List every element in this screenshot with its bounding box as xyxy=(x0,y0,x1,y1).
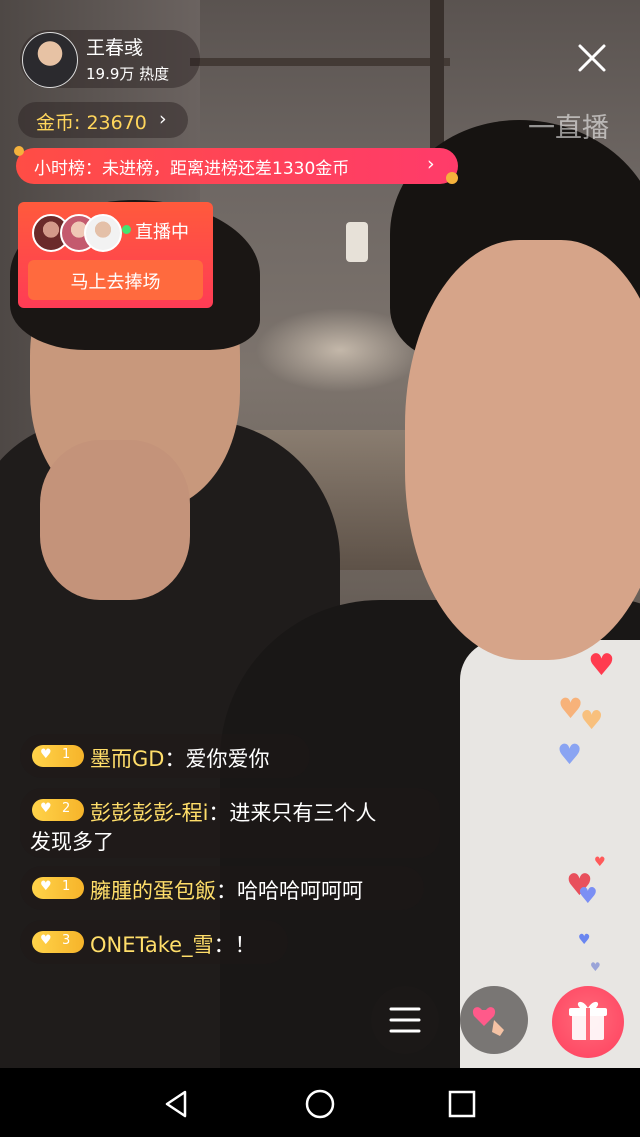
chat-username[interactable]: 墨而GD xyxy=(90,747,164,771)
chat-username[interactable]: 彭彭彭彭-程i xyxy=(90,801,208,825)
watermark: 一直播 xyxy=(528,113,609,144)
decoration-dot xyxy=(14,146,24,156)
menu-icon xyxy=(389,1007,421,1033)
decoration-dot xyxy=(446,172,458,184)
chevron-right-icon: › xyxy=(427,153,435,175)
live-status-dot xyxy=(122,225,131,234)
user-level-badge: ♥ 1 xyxy=(32,877,84,899)
chat-text: 发现多了 xyxy=(30,830,114,854)
nav-home-icon[interactable] xyxy=(303,1087,337,1121)
hourly-rank-text: 小时榜：未进榜，距离进榜还差1330金币 xyxy=(34,159,350,179)
chat-line: ONETake_雪：！ xyxy=(90,933,256,957)
hourly-rank-banner[interactable]: 小时榜：未进榜，距离进榜还差1330金币 › xyxy=(14,146,458,184)
heart-icon: ♥ xyxy=(40,801,52,816)
chat-line: 墨而GD：爱你爱你 xyxy=(90,747,270,771)
chevron-right-icon: › xyxy=(159,108,167,130)
heart-icon: ♥ xyxy=(40,879,52,894)
chat-text: 爱你爱你 xyxy=(185,747,270,771)
chat-message: ♥ 1 墨而GD：爱你爱你 xyxy=(20,734,310,778)
heart-icon: ♥ xyxy=(588,648,615,683)
heart-icon: ♥ xyxy=(557,738,583,771)
chat-message: ♥ 1 臃腫的蛋包飯：哈哈哈呵呵呵 xyxy=(20,866,424,910)
live-status-label: 直播中 xyxy=(135,222,189,243)
coins-pill[interactable]: 金币: 23670 › xyxy=(18,102,188,138)
user-level-badge: ♥ 2 xyxy=(32,799,84,821)
go-support-label: 马上去捧场 xyxy=(70,272,161,293)
chat-text: ！ xyxy=(234,933,256,957)
live-now-card[interactable]: 直播中 马上去捧场 xyxy=(18,202,213,308)
anchor-heat: 19.9万 热度 xyxy=(86,65,170,83)
user-level-badge: ♥ 1 xyxy=(32,745,84,767)
video-background xyxy=(190,58,450,66)
heart-icon: ♥ xyxy=(40,933,52,948)
video-background xyxy=(346,222,368,262)
nav-recents-icon[interactable] xyxy=(445,1087,479,1121)
user-level-badge: ♥ 3 xyxy=(32,931,84,953)
coins-label: 金币: 23670 xyxy=(36,112,147,134)
gift-icon xyxy=(569,1001,607,1040)
streamer-figure xyxy=(405,240,640,660)
live-video-stream[interactable]: 王春彧 19.9万 热度 一直播 金币: 23670 › 小时榜：未进榜，距离进… xyxy=(0,0,640,1068)
chat-line: 彭彭彭彭-程i：进来只有三个人 xyxy=(90,801,377,825)
anchor-info[interactable]: 王春彧 19.9万 热度 xyxy=(20,30,200,88)
anchor-name: 王春彧 xyxy=(86,37,144,59)
heart-icon: ♥ xyxy=(580,706,604,736)
heart-icon: ♥ xyxy=(578,932,591,948)
guest-avatar xyxy=(84,214,122,252)
chat-username[interactable]: ONETake_雪 xyxy=(90,933,214,957)
anchor-avatar[interactable] xyxy=(22,32,78,88)
chat-text: 哈哈哈呵呵呵 xyxy=(237,879,363,903)
close-icon[interactable] xyxy=(572,38,612,78)
heart-icon: ♥ xyxy=(40,747,52,762)
chat-text: 进来只有三个人 xyxy=(229,801,377,825)
system-nav-bar xyxy=(0,1068,640,1137)
heart-icon: ♥ xyxy=(590,960,601,974)
nav-back-icon[interactable] xyxy=(160,1087,194,1121)
heart-icon: ♥ xyxy=(594,855,606,870)
heart-gesture-icon xyxy=(472,1007,504,1036)
chat-message: ♥ 3 ONETake_雪：！ xyxy=(20,920,288,964)
like-button[interactable] xyxy=(460,986,528,1054)
heart-icon: ♥ xyxy=(578,884,598,909)
chat-username[interactable]: 臃腫的蛋包飯 xyxy=(90,879,216,903)
gift-button[interactable] xyxy=(552,986,624,1058)
go-support-button[interactable]: 马上去捧场 xyxy=(28,260,203,300)
chat-message: ♥ 2 彭彭彭彭-程i：进来只有三个人 发现多了 xyxy=(20,788,440,858)
menu-button[interactable] xyxy=(371,986,439,1054)
streamer-figure xyxy=(40,440,190,600)
chat-line: 臃腫的蛋包飯：哈哈哈呵呵呵 xyxy=(90,879,363,903)
